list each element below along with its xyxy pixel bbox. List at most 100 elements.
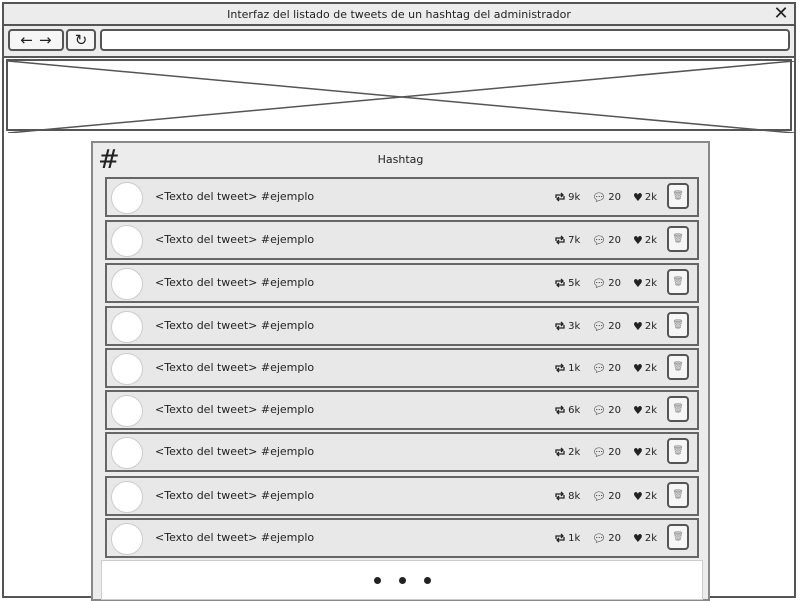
- image-placeholder-cross: [8, 61, 794, 133]
- avatar: [111, 182, 143, 214]
- like-stat: ♥ 2k: [633, 234, 657, 247]
- close-icon[interactable]: ✕: [772, 4, 790, 24]
- like-count: 2k: [644, 490, 657, 502]
- tweet-text: <Texto del tweet> #ejemplo: [155, 233, 315, 246]
- retweet-icon: [555, 192, 565, 202]
- heart-icon: ♥: [632, 531, 643, 545]
- tweet-row[interactable]: <Texto del tweet> #ejemplo 3k 💬︎ 20 ♥ 2k 🗑︎: [105, 306, 699, 346]
- like-stat: ♥ 2k: [633, 404, 657, 417]
- delete-tweet-button[interactable]: 🗑︎: [667, 354, 689, 380]
- heart-icon: ♥: [632, 445, 643, 459]
- retweet-stat: 3k: [554, 321, 580, 332]
- comment-stat: 💬︎ 20: [592, 490, 621, 503]
- delete-tweet-button[interactable]: 🗑︎: [667, 482, 689, 508]
- pagination[interactable]: [101, 560, 703, 600]
- like-count: 2k: [644, 234, 657, 246]
- heart-icon: ♥: [632, 276, 643, 290]
- retweet-icon: [555, 363, 565, 373]
- heart-icon: ♥: [632, 361, 643, 375]
- retweet-stat: 1k: [554, 363, 580, 374]
- page-dot[interactable]: [423, 576, 431, 584]
- tweet-stats: 1k 💬︎ 20 ♥ 2k: [542, 350, 657, 386]
- tweet-row[interactable]: <Texto del tweet> #ejemplo 9k 💬︎ 20 ♥ 2k 🗑︎: [105, 177, 699, 217]
- retweet-count: 7k: [568, 234, 581, 246]
- retweet-stat: 6k: [554, 405, 580, 416]
- like-count: 2k: [644, 362, 657, 374]
- comment-icon: 💬︎: [592, 361, 607, 375]
- tweet-text: <Texto del tweet> #ejemplo: [155, 531, 315, 544]
- reload-icon: ↻: [74, 31, 88, 49]
- retweet-count: 1k: [568, 362, 581, 374]
- tweet-stats: 3k 💬︎ 20 ♥ 2k: [542, 308, 657, 344]
- like-stat: ♥ 2k: [633, 446, 657, 459]
- retweet-count: 3k: [568, 320, 581, 332]
- retweet-stat: 8k: [554, 491, 580, 502]
- avatar: [111, 481, 143, 513]
- trash-icon: 🗑︎: [672, 234, 684, 244]
- comment-icon: 💬︎: [592, 190, 607, 204]
- retweet-icon: [555, 321, 565, 331]
- retweet-icon: [555, 491, 565, 501]
- comment-stat: 💬︎ 20: [592, 277, 621, 290]
- comment-count: 20: [608, 490, 621, 502]
- like-count: 2k: [644, 532, 657, 544]
- tweet-stats: 8k 💬︎ 20 ♥ 2k: [542, 478, 657, 514]
- tweet-row[interactable]: <Texto del tweet> #ejemplo 6k 💬︎ 20 ♥ 2k 🗑︎: [105, 390, 699, 430]
- tweet-text: <Texto del tweet> #ejemplo: [155, 445, 315, 458]
- trash-icon: 🗑︎: [672, 446, 684, 456]
- delete-tweet-button[interactable]: 🗑︎: [667, 183, 689, 209]
- delete-tweet-button[interactable]: 🗑︎: [667, 396, 689, 422]
- trash-icon: 🗑︎: [672, 404, 684, 414]
- tweet-text: <Texto del tweet> #ejemplo: [155, 361, 315, 374]
- retweet-stat: 2k: [554, 447, 580, 458]
- trash-icon: 🗑︎: [672, 277, 684, 287]
- delete-tweet-button[interactable]: 🗑︎: [667, 312, 689, 338]
- comment-stat: 💬︎ 20: [592, 404, 621, 417]
- comment-count: 20: [608, 362, 621, 374]
- trash-icon: 🗑︎: [672, 490, 684, 500]
- delete-tweet-button[interactable]: 🗑︎: [667, 226, 689, 252]
- trash-icon: 🗑︎: [672, 320, 684, 330]
- window-title: Interfaz del listado de tweets de un has…: [227, 7, 571, 21]
- tweet-row[interactable]: <Texto del tweet> #ejemplo 1k 💬︎ 20 ♥ 2k 🗑︎: [105, 518, 699, 558]
- tweet-row[interactable]: <Texto del tweet> #ejemplo 8k 💬︎ 20 ♥ 2k 🗑︎: [105, 476, 699, 516]
- like-stat: ♥ 2k: [633, 320, 657, 333]
- retweet-count: 2k: [568, 446, 581, 458]
- retweet-count: 1k: [568, 532, 581, 544]
- heart-icon: ♥: [632, 233, 643, 247]
- tweet-text: <Texto del tweet> #ejemplo: [155, 190, 315, 203]
- retweet-count: 9k: [568, 191, 581, 203]
- forward-arrow-icon[interactable]: →: [39, 31, 52, 49]
- heart-icon: ♥: [632, 403, 643, 417]
- avatar: [111, 523, 143, 555]
- back-arrow-icon[interactable]: ←: [20, 31, 33, 49]
- delete-tweet-button[interactable]: 🗑︎: [667, 438, 689, 464]
- retweet-stat: 5k: [554, 278, 580, 289]
- tweet-row[interactable]: <Texto del tweet> #ejemplo 7k 💬︎ 20 ♥ 2k 🗑︎: [105, 220, 699, 260]
- retweet-count: 5k: [568, 277, 581, 289]
- trash-icon: 🗑︎: [672, 532, 684, 542]
- avatar: [111, 225, 143, 257]
- comment-icon: 💬︎: [592, 445, 607, 459]
- retweet-count: 8k: [568, 490, 581, 502]
- url-bar[interactable]: [100, 29, 790, 51]
- tweet-row[interactable]: <Texto del tweet> #ejemplo 2k 💬︎ 20 ♥ 2k 🗑︎: [105, 432, 699, 472]
- retweet-stat: 9k: [554, 192, 580, 203]
- retweet-stat: 7k: [554, 235, 580, 246]
- page-dot[interactable]: [398, 576, 406, 584]
- like-count: 2k: [644, 277, 657, 289]
- heart-icon: ♥: [632, 489, 643, 503]
- delete-tweet-button[interactable]: 🗑︎: [667, 524, 689, 550]
- delete-tweet-button[interactable]: 🗑︎: [667, 269, 689, 295]
- tweet-row[interactable]: <Texto del tweet> #ejemplo 5k 💬︎ 20 ♥ 2k 🗑︎: [105, 263, 699, 303]
- comment-icon: 💬︎: [592, 233, 607, 247]
- page-dot[interactable]: [373, 576, 381, 584]
- avatar: [111, 268, 143, 300]
- tweet-row[interactable]: <Texto del tweet> #ejemplo 1k 💬︎ 20 ♥ 2k 🗑︎: [105, 348, 699, 388]
- retweet-icon: [555, 533, 565, 543]
- back-forward-buttons[interactable]: ← →: [8, 29, 64, 51]
- comment-icon: 💬︎: [592, 319, 607, 333]
- banner-image-placeholder: [6, 59, 794, 133]
- comment-stat: 💬︎ 20: [592, 320, 621, 333]
- reload-button[interactable]: ↻: [66, 29, 96, 51]
